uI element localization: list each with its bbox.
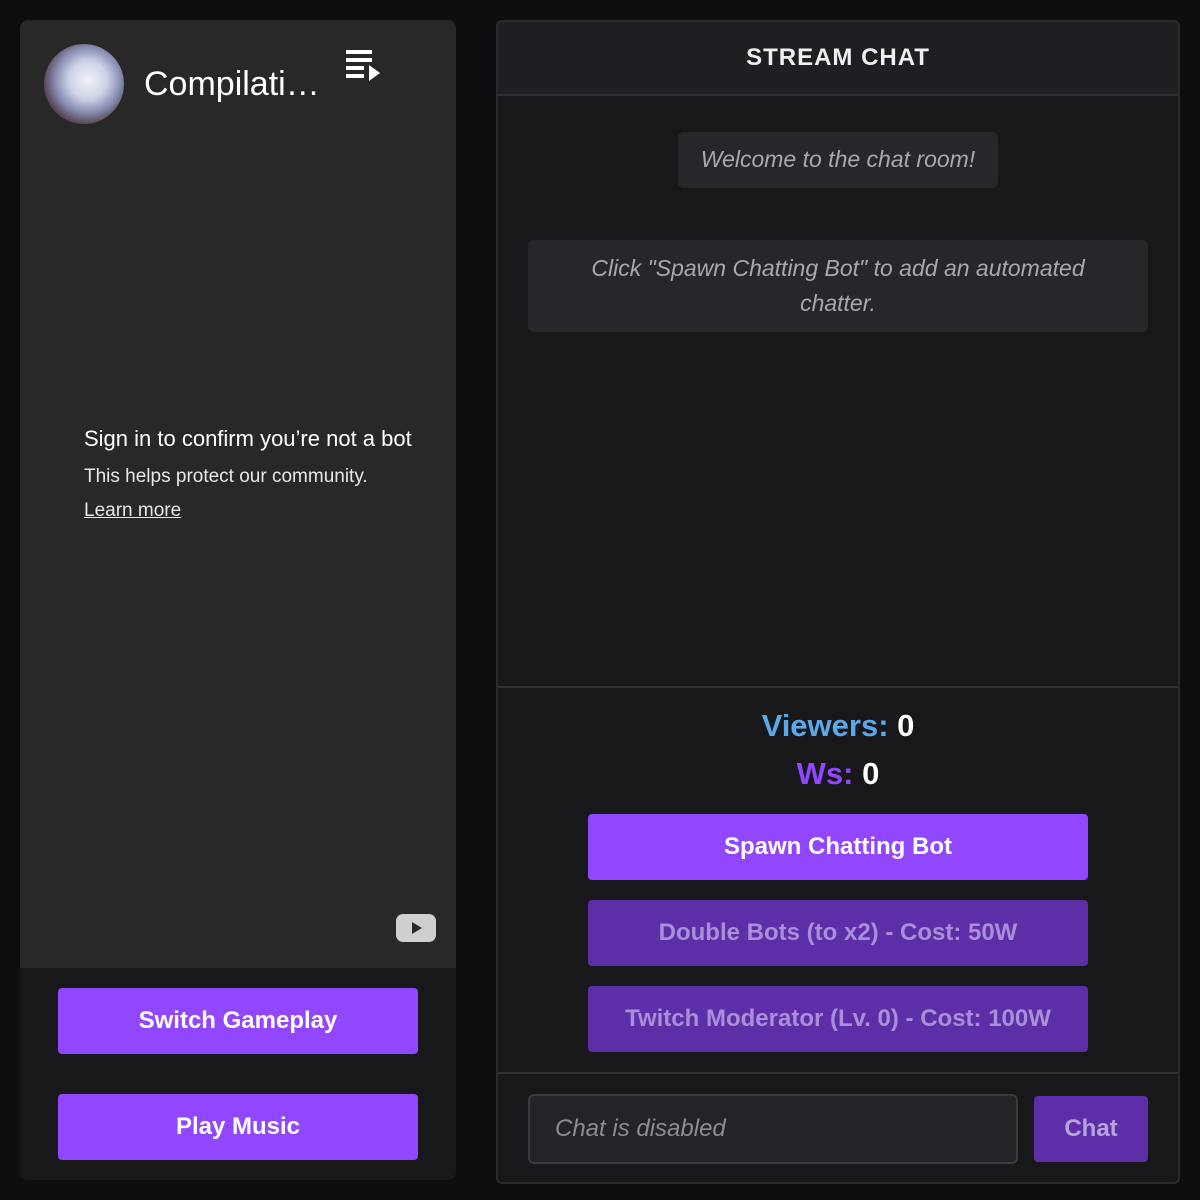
learn-more-link[interactable]: Learn more (84, 498, 181, 524)
playlist-icon[interactable] (344, 46, 384, 82)
system-message: Click "Spawn Chatting Bot" to add an aut… (528, 240, 1148, 332)
stats-section: Viewers: 0 Ws: 0 Spawn Chatting Bot Doub… (498, 686, 1178, 1072)
system-message: Welcome to the chat room! (678, 132, 998, 188)
ws-count: 0 (862, 756, 880, 791)
chat-input[interactable] (528, 1094, 1018, 1164)
signin-title: Sign in to confirm you’re not a bot (84, 426, 412, 451)
channel-avatar[interactable] (44, 44, 124, 124)
ws-label: Ws: (796, 756, 854, 791)
spawn-chatting-bot-button[interactable]: Spawn Chatting Bot (588, 814, 1088, 880)
chat-send-button[interactable]: Chat (1034, 1096, 1148, 1162)
chat-input-section: Chat (498, 1072, 1178, 1182)
switch-gameplay-button[interactable]: Switch Gameplay (58, 988, 418, 1054)
signin-prompt: Sign in to confirm you’re not a bot This… (84, 422, 424, 524)
chat-header: STREAM CHAT (498, 22, 1178, 96)
video-title[interactable]: Compilati… (144, 65, 324, 104)
twitch-moderator-button[interactable]: Twitch Moderator (Lv. 0) - Cost: 100W (588, 986, 1088, 1052)
signin-subtitle: This helps protect our community. (84, 466, 368, 487)
viewers-stat: Viewers: 0 (498, 708, 1178, 744)
double-bots-button[interactable]: Double Bots (to x2) - Cost: 50W (588, 900, 1088, 966)
chat-panel: STREAM CHAT Welcome to the chat room! Cl… (496, 20, 1180, 1184)
chat-message-list[interactable]: Welcome to the chat room! Click "Spawn C… (498, 96, 1178, 686)
video-panel: Compilati… Sign in to confirm you’re not… (20, 20, 456, 1180)
video-player[interactable]: Compilati… Sign in to confirm you’re not… (20, 20, 456, 968)
play-music-button[interactable]: Play Music (58, 1094, 418, 1160)
ws-stat: Ws: 0 (498, 756, 1178, 792)
youtube-logo-icon[interactable] (396, 914, 436, 942)
viewers-label: Viewers: (761, 708, 889, 743)
viewers-count: 0 (897, 708, 915, 743)
